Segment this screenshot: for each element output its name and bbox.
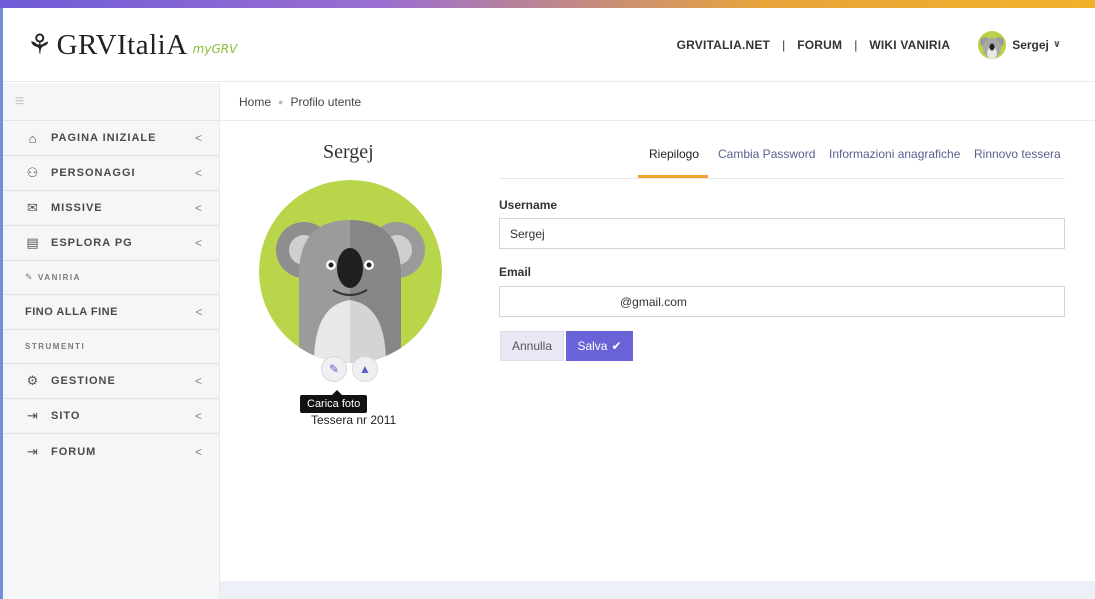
- sidebar-item-pagina-iniziale[interactable]: ⌂ PAGINA INIZIALE <: [3, 121, 219, 156]
- brand[interactable]: ⚘ GRVItaliA myGRV: [3, 8, 237, 81]
- username-label: Username: [499, 198, 558, 212]
- sidebar-item-label: PERSONAGGI: [51, 167, 136, 179]
- footer-band: [220, 581, 1095, 599]
- brand-logo: ⚘ GRVItaliA: [27, 28, 188, 62]
- brand-subtitle: myGRV: [192, 41, 238, 56]
- breadcrumb-current: Profilo utente: [290, 94, 362, 109]
- tab-riepilogo[interactable]: Riepilogo: [649, 147, 699, 161]
- sidebar-section-strumenti: STRUMENTI: [3, 330, 219, 364]
- nav-link-grvitalia[interactable]: GRVITALIA.NET: [677, 38, 771, 52]
- username-input[interactable]: [499, 218, 1065, 249]
- sidebar-item-label: GESTIONE: [51, 375, 116, 387]
- upload-photo-button[interactable]: ✎: [321, 356, 347, 382]
- nav-separator: |: [854, 37, 858, 52]
- login-icon: ⇥: [27, 408, 39, 423]
- top-nav: GRVITALIA.NET | FORUM | WIKI VANIRIA Ser…: [677, 30, 1095, 59]
- koala-icon: [276, 220, 425, 363]
- sidebar: ≡ ⌂ PAGINA INIZIALE < ⚇ PERSONAGGI < ✉ M…: [3, 83, 220, 599]
- tab-informazioni-anagrafiche[interactable]: Informazioni anagrafiche: [829, 147, 960, 161]
- sidebar-item-label: PAGINA INIZIALE: [51, 132, 157, 144]
- sidebar-item-label: MISSIVE: [51, 202, 103, 214]
- brand-title: GRVItaliA: [56, 28, 188, 61]
- main-content: Sergej ✎ ▲ Carica foto Tessera nr 2011 R…: [220, 121, 1095, 581]
- user-name: Sergej: [1012, 37, 1049, 52]
- hamburger-icon: ≡: [15, 92, 25, 110]
- chevron-down-icon: ∨: [1052, 39, 1061, 50]
- sidebar-item-vaniria[interactable]: ✎ VANIRIA: [3, 261, 219, 295]
- upload-photo-tooltip: Carica foto: [300, 390, 368, 413]
- sidebar-item-fino-alla-fine[interactable]: FINO ALLA FINE <: [3, 295, 219, 330]
- top-header: ⚘ GRVItaliA myGRV GRVITALIA.NET | FORUM |…: [3, 8, 1095, 82]
- chevron-left-icon: <: [194, 131, 203, 145]
- chevron-left-icon: <: [194, 444, 203, 459]
- membership-number: Tessera nr 2011: [311, 413, 397, 427]
- gear-icon: ⚙: [26, 373, 40, 388]
- page-title: Sergej: [323, 141, 374, 163]
- home-icon: ⌂: [28, 130, 38, 146]
- edit-icon: ✎: [25, 272, 35, 282]
- sidebar-item-missive[interactable]: ✉ MISSIVE <: [3, 191, 219, 226]
- nav-link-forum[interactable]: FORUM: [797, 38, 842, 52]
- avatar-actions: ✎ ▲: [321, 356, 378, 382]
- sidebar-item-label: FORUM: [51, 445, 97, 458]
- breadcrumb: Home ● Profilo utente: [220, 83, 1095, 121]
- nav-separator: |: [782, 37, 786, 52]
- cancel-label: Annulla: [511, 339, 553, 353]
- chevron-left-icon: <: [194, 374, 203, 388]
- edit-icon: ✎: [328, 362, 340, 376]
- knot-logo-icon: ⚘: [27, 29, 53, 61]
- sidebar-item-forum[interactable]: ⇥ FORUM <: [3, 434, 219, 469]
- sidebar-item-sito[interactable]: ⇥ SITO <: [3, 399, 219, 434]
- email-input[interactable]: [499, 286, 1065, 317]
- chevron-left-icon: <: [194, 166, 203, 180]
- sidebar-section-label: STRUMENTI: [25, 342, 86, 351]
- users-icon: ⚇: [26, 165, 40, 180]
- profile-tabs: Riepilogo Cambia Password Informazioni a…: [499, 137, 1065, 179]
- sidebar-item-label: VANIRIA: [38, 273, 81, 282]
- email-label: Email: [499, 265, 532, 279]
- cancel-button[interactable]: Annulla: [500, 331, 564, 361]
- chevron-left-icon: <: [194, 201, 203, 215]
- top-accent-stripe: [0, 0, 1095, 8]
- profile-avatar: [259, 180, 442, 363]
- tab-cambia-password[interactable]: Cambia Password: [718, 147, 815, 161]
- login-icon: ⇥: [27, 443, 39, 459]
- mail-icon: ✉: [27, 200, 39, 215]
- avatar: [978, 30, 1007, 59]
- sidebar-item-label: SITO: [51, 410, 81, 422]
- check-icon: ✔: [611, 339, 622, 353]
- koala-icon: [980, 36, 1005, 59]
- menu-toggle[interactable]: ≡: [3, 83, 219, 121]
- eraser-icon: ▲: [359, 362, 371, 376]
- breadcrumb-home[interactable]: Home: [239, 95, 271, 109]
- tab-rinnovo-tessera[interactable]: Rinnovo tessera: [974, 147, 1061, 161]
- save-button[interactable]: Salva ✔: [566, 331, 633, 361]
- sidebar-item-label: FINO ALLA FINE: [25, 306, 118, 318]
- sidebar-item-gestione[interactable]: ⚙ GESTIONE <: [3, 364, 219, 399]
- chevron-left-icon: <: [194, 236, 203, 250]
- active-tab-indicator: [638, 175, 708, 178]
- sidebar-item-label: ESPLORA PG: [51, 237, 133, 249]
- book-icon: ▤: [26, 235, 40, 250]
- user-menu[interactable]: Sergej ∨: [978, 30, 1061, 59]
- sidebar-item-esplora-pg[interactable]: ▤ ESPLORA PG <: [3, 226, 219, 261]
- clear-photo-button[interactable]: ▲: [352, 356, 378, 382]
- chevron-left-icon: <: [194, 409, 203, 423]
- save-label: Salva: [577, 339, 608, 353]
- chevron-left-icon: <: [195, 305, 203, 319]
- breadcrumb-separator: ●: [278, 96, 284, 107]
- sidebar-item-personaggi[interactable]: ⚇ PERSONAGGI <: [3, 156, 219, 191]
- nav-link-wiki-vaniria[interactable]: WIKI VANIRIA: [869, 38, 950, 52]
